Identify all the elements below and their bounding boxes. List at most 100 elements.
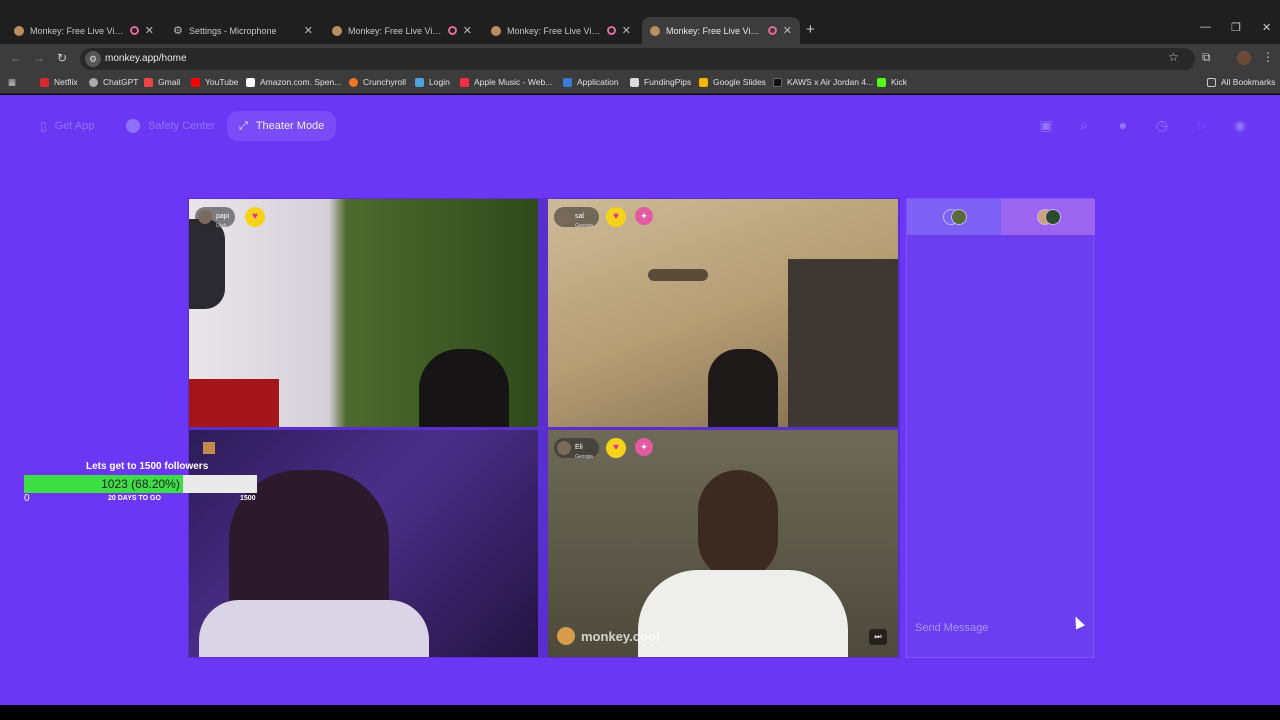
site-info-icon[interactable]: ⚙	[85, 51, 101, 67]
back-icon[interactable]: ←	[10, 51, 22, 65]
get-app-link[interactable]: ▯ Get App	[40, 115, 94, 137]
extensions-icon[interactable]: ⧉	[1202, 50, 1211, 65]
person-head	[698, 470, 778, 580]
browser-tab[interactable]: Monkey: Free Live Video Ch ✕	[483, 17, 639, 44]
bookmark-item[interactable]: Application	[563, 77, 619, 87]
close-tab-icon[interactable]: ✕	[622, 24, 631, 37]
close-tab-icon[interactable]: ✕	[783, 24, 792, 37]
recording-indicator-icon	[129, 26, 139, 35]
bookmarks-bar: ▦ Netflix ChatGPT Gmail YouTube Amazon.c…	[0, 72, 1280, 94]
bookmark-item[interactable]: Login	[415, 77, 450, 87]
coin-icon[interactable]: ●	[1115, 117, 1131, 133]
bookmark-label: Kick	[891, 77, 908, 87]
days-remaining: 20 DAYS TO GO	[108, 495, 161, 502]
bookmark-item[interactable]: Kick	[877, 77, 907, 87]
store-icon[interactable]: ▣	[1038, 117, 1054, 133]
tab-title: Settings - Microphone	[189, 25, 277, 36]
letterbox-bottom	[0, 705, 1280, 720]
reload-icon[interactable]: ↻	[57, 51, 67, 65]
close-window-icon[interactable]: ✕	[1262, 21, 1271, 34]
tab-title: Monkey: Free Live Video Ch	[507, 25, 601, 36]
tab-title: Monkey: Free Live Video Ch	[666, 25, 762, 36]
new-tab-icon[interactable]: +	[806, 21, 815, 38]
bookmark-item[interactable]: Crunchyroll	[349, 77, 406, 87]
bookmark-label: Application	[577, 77, 619, 87]
ceiling-fan	[648, 269, 708, 281]
user-badge[interactable]: Eli Georgia	[554, 438, 599, 460]
minimize-icon[interactable]: —	[1200, 21, 1211, 33]
address-bar[interactable]: ⚙ monkey.app/home	[80, 48, 1195, 70]
recording-indicator-icon	[447, 26, 457, 35]
bookmark-label: All Bookmarks	[1221, 77, 1276, 87]
chat-header	[907, 199, 1095, 235]
chat-tab-pair-2[interactable]	[1001, 199, 1095, 235]
expand-icon: ⤢	[239, 119, 248, 132]
avatar-pair	[1037, 209, 1061, 225]
avatar	[951, 209, 967, 225]
bookmark-item[interactable]: ChatGPT	[89, 77, 138, 87]
chat-bubble-icon[interactable]: ◌	[1193, 117, 1209, 133]
heart-icon[interactable]: ♥	[606, 207, 626, 227]
tab-title: Monkey: Free Live Video Ch	[348, 25, 442, 36]
bookmark-item[interactable]: YouTube	[191, 77, 238, 87]
monkey-logo-icon	[557, 627, 575, 645]
heart-icon[interactable]: ♥	[245, 207, 265, 227]
bookmark-star-icon[interactable]: ☆	[1168, 50, 1179, 64]
video-tile[interactable]	[189, 430, 538, 657]
theater-mode-label: Theater Mode	[255, 120, 325, 132]
skip-icon[interactable]: ⏭	[869, 629, 887, 645]
username: sal	[575, 213, 584, 220]
recording-indicator-icon	[767, 26, 777, 35]
gear-icon: ⚙	[173, 24, 183, 37]
small-badge-icon	[203, 442, 215, 454]
chat-tab-pair-1[interactable]	[907, 199, 1001, 235]
bookmark-item[interactable]: Google Slides	[699, 77, 766, 87]
user-badge[interactable]: sal Georgia	[554, 207, 599, 229]
forward-icon[interactable]: →	[33, 51, 45, 65]
send-message-placeholder: Send Message	[915, 622, 989, 634]
theater-mode-button[interactable]: ⤢ Theater Mode	[227, 111, 337, 141]
gift-icon[interactable]: ✦	[635, 207, 653, 225]
close-tab-icon[interactable]: ✕	[463, 24, 472, 37]
red-cloth	[189, 379, 279, 427]
video-tile[interactable]: sal Georgia ♥ ✦	[548, 199, 898, 427]
bookmark-item[interactable]: Amazon.com. Spen...	[246, 77, 341, 87]
bookmark-item[interactable]: Gmail	[144, 77, 180, 87]
safety-center-label: Safety Center	[148, 120, 216, 132]
gift-icon[interactable]: ✦	[635, 438, 653, 456]
search-icon[interactable]: ⌕	[1076, 117, 1092, 133]
browser-tab[interactable]: Monkey: Free Live Video Ch ✕	[6, 17, 162, 44]
history-icon[interactable]: ◷	[1154, 117, 1170, 133]
avatar-pair	[943, 209, 967, 225]
all-bookmarks-folder[interactable]: All Bookmarks	[1207, 77, 1275, 87]
bookmark-item[interactable]: Netflix	[40, 77, 78, 87]
monkey-watermark: monkey.cool	[557, 627, 660, 645]
avatar	[1045, 209, 1061, 225]
menu-icon[interactable]: ⋮	[1262, 50, 1274, 64]
close-tab-icon[interactable]: ✕	[145, 24, 154, 37]
safety-center-link[interactable]: Safety Center	[126, 115, 215, 137]
bookmark-item[interactable]: FundingPips	[630, 77, 691, 87]
browser-tab[interactable]: Monkey: Free Live Video Ch ✕	[324, 17, 480, 44]
profile-avatar[interactable]	[1237, 51, 1251, 65]
headphones-object	[189, 219, 225, 309]
phone-icon: ▯	[40, 119, 47, 133]
send-message-field[interactable]: Send Message	[906, 613, 1094, 643]
avatar	[557, 441, 571, 455]
browser-tab[interactable]: ⚙ Settings - Microphone ✕	[165, 17, 321, 44]
user-badge[interactable]: papi Utah	[195, 205, 236, 229]
close-tab-icon[interactable]: ✕	[304, 24, 313, 37]
video-tile[interactable]: papi Utah ♥	[189, 199, 538, 427]
browser-tab-active[interactable]: Monkey: Free Live Video Ch ✕	[642, 17, 800, 44]
bookmark-item[interactable]: Apple Music - Web...	[460, 77, 552, 87]
apps-grid-icon[interactable]: ▦	[8, 77, 16, 88]
watermark-text: monkey.cool	[581, 628, 660, 644]
heart-icon[interactable]: ♥	[606, 438, 626, 458]
profile-avatar[interactable]: ◉	[1232, 117, 1248, 133]
bookmark-item[interactable]: KAWS x Air Jordan 4...	[773, 77, 873, 87]
avatar	[557, 210, 571, 224]
user-info: papi Utah	[216, 205, 229, 229]
restore-icon[interactable]: ❐	[1231, 21, 1241, 34]
avatar	[198, 210, 212, 224]
video-tile[interactable]: Eli Georgia ♥ ✦	[548, 430, 898, 657]
